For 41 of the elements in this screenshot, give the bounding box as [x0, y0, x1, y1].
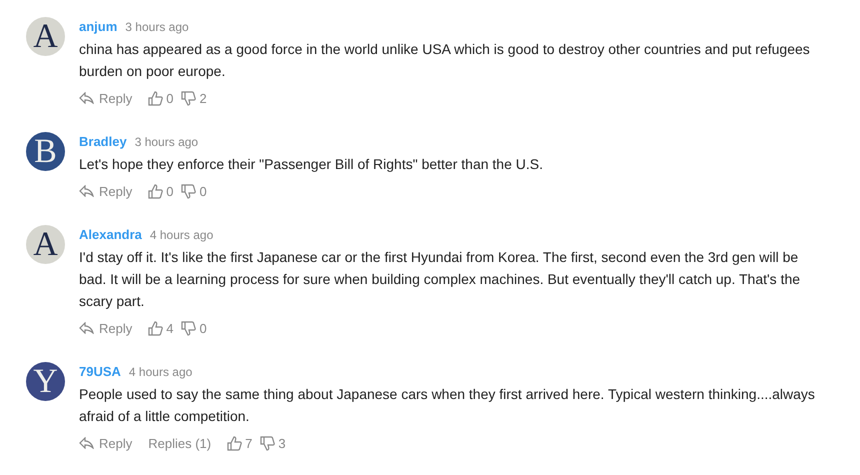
comment-text: china has appeared as a good force in the world unlike USA which is good to destroy other countries and put refugees burden on poor europe.: [79, 40, 811, 81]
timestamp: 3 hours ago: [134, 134, 198, 151]
like-button[interactable]: 7: [227, 434, 252, 453]
reply-button[interactable]: Reply: [79, 434, 132, 453]
reply-icon: [79, 185, 94, 198]
dislike-button[interactable]: 3: [260, 434, 286, 453]
avatar: A: [26, 17, 65, 56]
thumbs-down-icon: [181, 184, 196, 199]
reply-icon: [79, 437, 94, 450]
like-button[interactable]: 0: [148, 88, 174, 108]
replies-button[interactable]: Replies (1): [148, 434, 212, 453]
reply-button[interactable]: Reply: [79, 88, 132, 108]
author-link[interactable]: Alexandra: [79, 225, 142, 244]
thumbs-up-icon: [148, 90, 164, 106]
comment-text: Let's hope they enforce their "Passenger Bill of Rights" better than the U.S.: [79, 154, 544, 174]
thumbs-down-icon: [260, 436, 276, 451]
author-link[interactable]: anjum: [79, 17, 118, 36]
reply-button[interactable]: Reply: [79, 182, 132, 201]
thumbs-up-icon: [148, 320, 164, 336]
thumbs-up-icon: [148, 184, 164, 199]
dislike-button[interactable]: 0: [181, 182, 207, 201]
thumbs-down-icon: [181, 320, 196, 336]
timestamp: 4 hours ago: [128, 364, 192, 381]
timestamp: 4 hours ago: [150, 227, 214, 244]
like-button[interactable]: 0: [148, 182, 174, 201]
reply-icon: [79, 322, 94, 334]
timestamp: 3 hours ago: [125, 19, 189, 36]
thumbs-up-icon: [227, 436, 242, 451]
thumbs-down-icon: [181, 90, 196, 106]
reply-button[interactable]: Reply: [79, 318, 132, 338]
avatar: B: [26, 132, 65, 171]
dislike-button[interactable]: 0: [181, 318, 207, 338]
reply-icon: [79, 92, 94, 104]
avatar: Y: [26, 362, 65, 401]
avatar: A: [26, 225, 65, 264]
author-link[interactable]: Bradley: [79, 132, 127, 152]
author-link[interactable]: 79USA: [79, 362, 121, 382]
like-button[interactable]: 4: [148, 318, 174, 338]
dislike-button[interactable]: 2: [181, 88, 207, 108]
comment-text: I'd stay off it. It's like the first Japanese car or the first Hyundai from Korea. The first, second even the 3rd gen will be bad. It will be a learning process for sure when building complex machines. But eventually they'll catch up. That's the scary part.: [79, 248, 802, 311]
comment-text: People used to say the same thing about Japanese cars when they first arrived here. Typical western thinking....always afraid of a little competition.: [79, 384, 816, 426]
